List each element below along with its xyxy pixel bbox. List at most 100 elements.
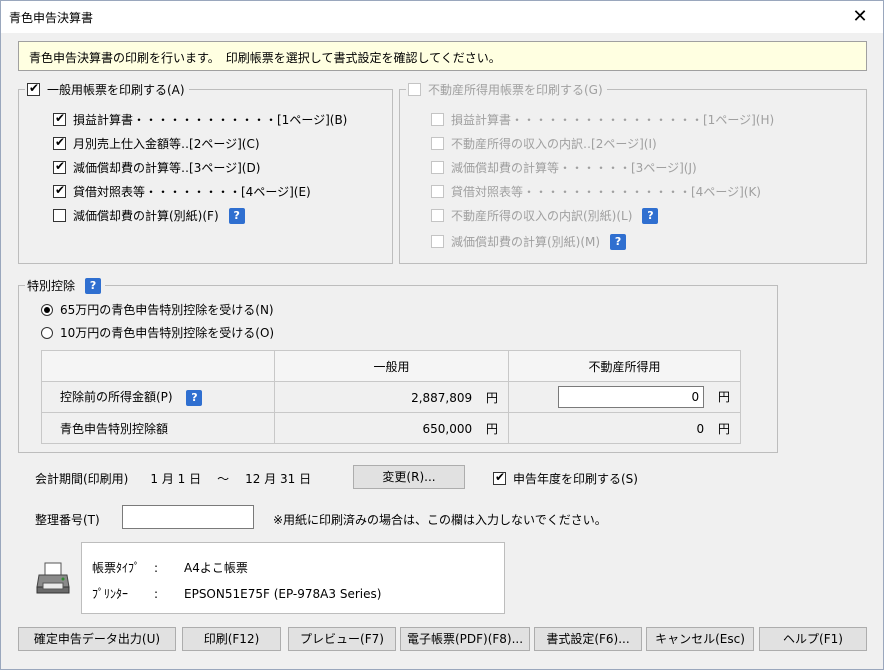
general-item-4[interactable]: 貸借対照表等・・・・・・・・[4ページ](E) (53, 183, 311, 200)
general-income-value: 2,887,809 (411, 390, 473, 405)
seiri-label: 整理番号(T) (35, 513, 100, 527)
help-icon[interactable]: ? (610, 233, 627, 250)
table-header-empty (41, 350, 275, 382)
colon-label: : (154, 586, 159, 601)
general-print-checkbox[interactable] (27, 81, 40, 96)
general-item-5-label: 減価償却費の計算(別紙)(F) (73, 209, 219, 223)
deduction-65-label: 65万円の青色申告特別控除を受ける(N) (60, 303, 274, 317)
deduction-10-radio[interactable] (41, 326, 53, 339)
general-item-1[interactable]: 損益計算書・・・・・・・・・・・・[1ページ](B) (53, 111, 347, 128)
period-end: 12 月 31 日 (245, 472, 312, 486)
form-type-value: A4よこ帳票 (184, 561, 248, 575)
realestate-item-5-checkbox[interactable] (431, 209, 444, 222)
close-icon[interactable]: ✕ (837, 1, 883, 32)
realestate-income-input[interactable]: 0 (558, 386, 705, 408)
format-settings-button[interactable]: 書式設定(F6)... (534, 627, 642, 651)
realestate-item-6-label: 減価償却費の計算(別紙)(M) (451, 235, 601, 249)
period-start: 1 月 1 日 (150, 472, 202, 486)
general-item-3-checkbox[interactable] (53, 159, 66, 174)
seiri-number-input[interactable] (122, 505, 254, 529)
print-button[interactable]: 印刷(F12) (182, 627, 281, 651)
help-icon[interactable]: ? (186, 390, 203, 406)
period-label: 会計期間(印刷用) (35, 472, 129, 486)
table-row-label: 青色申告特別控除額 (41, 412, 275, 444)
unit-label: 円 (717, 390, 730, 404)
realestate-item-3-checkbox[interactable] (431, 161, 444, 174)
printer-icon (36, 562, 70, 594)
general-deduction-value: 650,000 (422, 421, 473, 436)
colon-label: : (154, 560, 159, 575)
general-item-1-checkbox[interactable] (53, 111, 66, 126)
print-year-option[interactable]: 申告年度を印刷する(S) (493, 470, 638, 487)
general-item-3[interactable]: 減価償却費の計算等‥[3ページ](D) (53, 159, 260, 176)
table-header-realestate: 不動産所得用 (508, 350, 741, 382)
deduction-group-header: 特別控除 ? (25, 277, 106, 294)
preview-button[interactable]: プレビュー(F7) (288, 627, 396, 651)
realestate-item-5[interactable]: 不動産所得の収入の内訳(別紙)(L) ? (431, 207, 659, 224)
dialog-window: 青色申告決算書 ✕ 青色申告決算書の印刷を行います。 印刷帳票を選択して書式設定… (0, 0, 884, 670)
realestate-item-4-checkbox[interactable] (431, 185, 444, 198)
print-year-checkbox[interactable] (493, 470, 506, 485)
realestate-item-2-checkbox[interactable] (431, 137, 444, 150)
general-item-1-label: 損益計算書・・・・・・・・・・・・[1ページ](B) (73, 113, 348, 127)
realestate-group-header[interactable]: 不動産所得用帳票を印刷する(G) (406, 81, 607, 98)
deduction-option-65[interactable]: 65万円の青色申告特別控除を受ける(N) (41, 301, 274, 318)
unit-label: 円 (485, 390, 498, 405)
deduction-option-10[interactable]: 10万円の青色申告特別控除を受ける(O) (41, 324, 274, 341)
table-row: 控除前の所得金額(P) ? 2,887,809 円 0 円 (41, 381, 741, 413)
general-item-2-checkbox[interactable] (53, 135, 66, 150)
realestate-group-label: 不動産所得用帳票を印刷する(G) (428, 83, 603, 97)
realestate-item-2[interactable]: 不動産所得の収入の内訳‥[2ページ](I) (431, 135, 657, 152)
table-header-general: 一般用 (274, 350, 509, 382)
general-income-cell: 2,887,809 円 (274, 381, 509, 413)
general-item-5[interactable]: 減価償却費の計算(別紙)(F) ? (53, 207, 245, 224)
seiri-note: ※用紙に印刷済みの場合は、この欄は入力しないでください。 (273, 513, 607, 527)
help-icon[interactable]: ? (228, 207, 245, 224)
help-icon[interactable]: ? (85, 277, 102, 294)
help-icon[interactable]: ? (642, 207, 659, 224)
special-deduction-label: 青色申告特別控除額 (60, 421, 169, 436)
realestate-item-1-checkbox[interactable] (431, 113, 444, 126)
realestate-deduction-cell: 0 円 (508, 412, 741, 444)
realestate-item-4[interactable]: 貸借対照表等・・・・・・・・・・・・・・[4ページ](K) (431, 183, 761, 200)
general-group-header[interactable]: 一般用帳票を印刷する(A) (25, 81, 189, 98)
realestate-deduction-value: 0 (696, 421, 705, 436)
printer-label: ﾌﾟﾘﾝﾀｰ (92, 587, 129, 601)
income-before-deduction-label: 控除前の所得金額(P) (60, 390, 173, 404)
general-item-2[interactable]: 月別売上仕入金額等‥[2ページ](C) (53, 135, 260, 152)
realestate-item-1[interactable]: 損益計算書・・・・・・・・・・・・・・・・[1ページ](H) (431, 111, 774, 128)
cancel-button[interactable]: キャンセル(Esc) (646, 627, 754, 651)
deduction-65-radio[interactable] (41, 303, 53, 316)
table-row: 青色申告特別控除額 650,000 円 0 円 (41, 412, 741, 444)
print-year-label: 申告年度を印刷する(S) (513, 472, 638, 486)
realestate-print-checkbox[interactable] (408, 83, 421, 96)
form-type-label: 帳票ﾀｲﾌﾟ (92, 561, 141, 575)
table-header-row: 一般用 不動産所得用 (41, 350, 741, 382)
general-group-label: 一般用帳票を印刷する(A) (47, 83, 185, 97)
realestate-item-4-label: 貸借対照表等・・・・・・・・・・・・・・[4ページ](K) (451, 185, 761, 199)
export-data-button[interactable]: 確定申告データ出力(U) (18, 627, 176, 651)
general-item-2-label: 月別売上仕入金額等‥[2ページ](C) (73, 137, 260, 151)
realestate-item-6-checkbox[interactable] (431, 235, 444, 248)
help-button[interactable]: ヘルプ(F1) (759, 627, 867, 651)
realestate-income-cell: 0 円 (508, 381, 741, 413)
unit-label: 円 (485, 421, 498, 436)
change-period-button[interactable]: 変更(R)... (353, 465, 465, 489)
deduction-table: 一般用 不動産所得用 控除前の所得金額(P) ? 2,887,809 円 0 円… (41, 350, 741, 444)
realestate-item-6[interactable]: 減価償却費の計算(別紙)(M) ? (431, 233, 627, 250)
deduction-10-label: 10万円の青色申告特別控除を受ける(O) (60, 326, 275, 340)
printer-info-box: 帳票ﾀｲﾌﾟ : A4よこ帳票 ﾌﾟﾘﾝﾀｰ : EPSON51E75F (EP… (81, 542, 505, 614)
realestate-item-3[interactable]: 減価償却費の計算等・・・・・・[3ページ](J) (431, 159, 697, 176)
form-type-row: 帳票ﾀｲﾌﾟ : A4よこ帳票 (92, 559, 248, 576)
period-row: 会計期間(印刷用) 1 月 1 日 〜 12 月 31 日 (35, 470, 311, 487)
printer-value: EPSON51E75F (EP-978A3 Series) (184, 586, 382, 601)
deduction-group-label: 特別控除 (27, 279, 76, 293)
realestate-item-2-label: 不動産所得の収入の内訳‥[2ページ](I) (451, 137, 657, 151)
general-deduction-cell: 650,000 円 (274, 412, 509, 444)
pdf-button[interactable]: 電子帳票(PDF)(F8)... (400, 627, 530, 651)
realestate-item-1-label: 損益計算書・・・・・・・・・・・・・・・・[1ページ](H) (451, 113, 775, 127)
general-item-4-checkbox[interactable] (53, 183, 66, 198)
general-item-5-checkbox[interactable] (53, 209, 66, 222)
window-title: 青色申告決算書 (9, 11, 94, 25)
printer-row: ﾌﾟﾘﾝﾀｰ : EPSON51E75F (EP-978A3 Series) (92, 585, 381, 602)
